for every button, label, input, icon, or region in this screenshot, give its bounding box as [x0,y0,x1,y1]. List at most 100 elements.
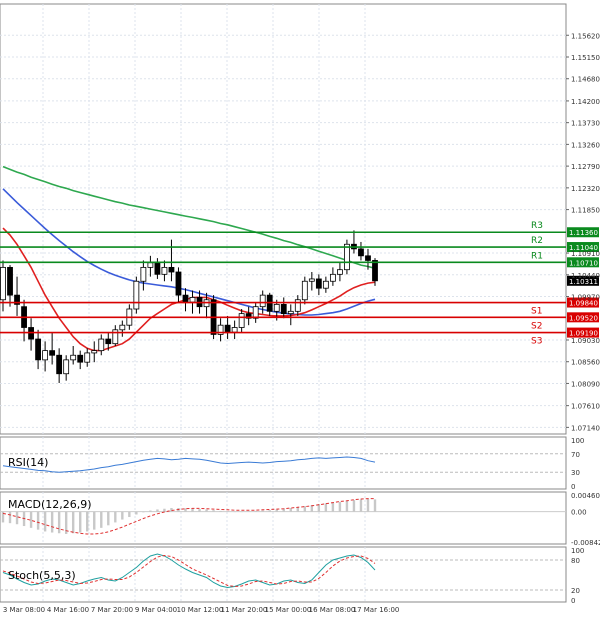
macd-histogram-bar [156,509,158,511]
price-tick-label: 1.10440 [571,272,600,280]
candle [106,339,111,344]
candle [50,351,55,356]
level-price-label: 1.11360 [569,229,598,237]
rsi-tick-label: 100 [571,437,584,445]
candle [302,281,307,299]
time-tick-label: 9 Mar 04:00 [135,606,177,614]
macd-histogram-bar [226,511,228,512]
candle [57,355,62,373]
macd-histogram-bar [191,509,193,512]
macd-histogram-bar [93,512,95,530]
macd-histogram-bar [100,512,102,528]
price-tick-label: 1.08090 [571,380,600,388]
macd-histogram-bar [339,502,341,512]
time-tick-label: 15 Mar 00:00 [265,606,312,614]
time-tick-label: 10 Mar 12:00 [177,606,224,614]
price-tick-label: 1.08560 [571,359,600,367]
rsi-tick-label: 30 [571,469,580,477]
candle [344,244,349,269]
candle [99,339,104,351]
candle [365,256,370,261]
macd-histogram-bar [332,503,334,512]
macd-histogram-bar [114,512,116,523]
candle [183,295,188,302]
macd-histogram-bar [205,509,207,511]
macd-histogram-bar [170,508,172,512]
candle [176,272,181,295]
candle [169,267,174,272]
price-tick-label: 1.07610 [571,403,600,411]
stoch-tick-label: 20 [571,587,580,595]
macd-histogram-bar [9,512,11,524]
price-tick-label: 1.07140 [571,424,600,432]
macd-histogram-bar [135,512,137,515]
candle [64,360,69,374]
macd-tick-label: -0.008426 [571,539,600,547]
stoch-tick-label: 0 [571,597,575,605]
candle [8,267,13,295]
chart-canvas: R31.11360R21.11040R11.10710S11.09840S21.… [0,0,600,621]
macd-histogram-bar [16,512,18,525]
macd-histogram-bar [37,512,39,530]
macd-histogram-bar [374,499,376,511]
macd-histogram-bar [107,512,109,526]
stoch-tick-label: 80 [571,557,580,565]
macd-histogram-bar [58,512,60,534]
macd-histogram-bar [367,499,369,512]
macd-histogram-bar [297,507,299,511]
macd-histogram-bar [290,508,292,512]
candle [71,355,76,360]
macd-histogram-bar [121,512,123,520]
candle [225,325,230,332]
rsi-tick-label: 70 [571,451,580,459]
time-tick-label: 11 Mar 20:00 [221,606,268,614]
macd-histogram-bar [269,510,271,511]
price-tick-label: 1.11850 [571,207,600,215]
macd-tick-label: 0.00 [571,509,587,517]
stoch-tick-label: 100 [571,547,584,555]
price-tick-label: 1.10910 [571,250,600,258]
macd-tick-label: 0.004608 [571,492,600,500]
macd-histogram-bar [353,500,355,512]
price-tick-label: 1.15620 [571,32,600,40]
price-tick-label: 1.13260 [571,141,600,149]
macd-histogram-bar [184,508,186,511]
candle [141,267,146,281]
candle [155,263,160,275]
macd-title: MACD(12,26,9) [8,498,92,511]
candle [253,307,258,319]
level-name-r1: R1 [531,251,543,261]
macd-histogram-bar [51,512,53,533]
price-tick-label: 1.12790 [571,163,600,171]
macd-histogram-bar [149,511,151,512]
macd-histogram-bar [276,509,278,511]
price-tick-label: 1.12320 [571,185,600,193]
trading-chart: R31.11360R21.11040R11.10710S11.09840S21.… [0,0,600,621]
candle [239,314,244,328]
level-name-s2: S2 [531,321,542,331]
time-tick-label: 4 Mar 16:00 [47,606,89,614]
candle [330,274,335,281]
price-tick-label: 1.09970 [571,294,600,302]
candle [358,249,363,256]
macd-histogram-bar [44,512,46,532]
candle [281,304,286,313]
time-tick-label: 17 Mar 16:00 [353,606,400,614]
price-tick-label: 1.09030 [571,337,600,345]
macd-histogram-bar [79,512,81,533]
macd-histogram-bar [142,512,144,513]
candle [323,281,328,288]
level-name-r2: R2 [531,236,543,246]
candle [190,297,195,302]
candle [162,267,167,274]
level-price-label: 1.09520 [569,314,598,322]
candle [36,339,41,360]
macd-histogram-bar [325,503,327,511]
candle [260,295,265,307]
candle [274,304,279,311]
candle [288,311,293,313]
candle [295,300,300,312]
candle [309,279,314,281]
candle [92,351,97,353]
candle [232,327,237,332]
